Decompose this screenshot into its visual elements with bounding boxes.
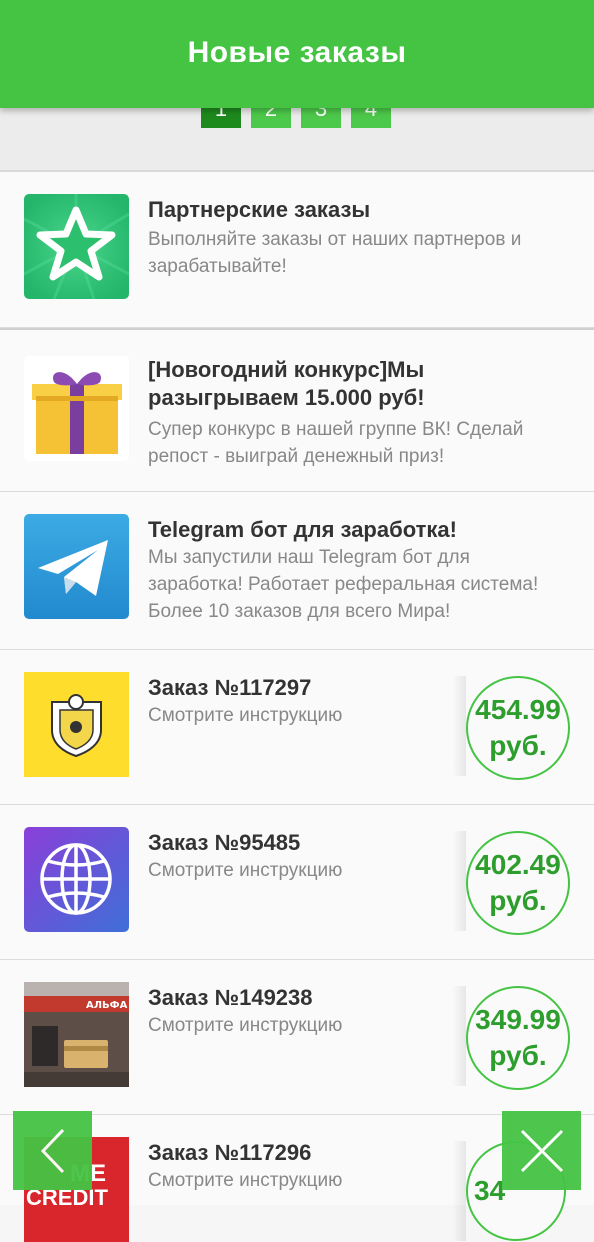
price-divider — [452, 831, 466, 931]
list-item-order-95485[interactable]: Заказ №95485 Смотрите инструкцию 402.49 р… — [0, 805, 594, 960]
price-badge: 402.49 руб. — [466, 831, 570, 935]
star-icon — [24, 194, 129, 299]
back-button[interactable] — [13, 1111, 92, 1190]
telegram-icon — [24, 514, 129, 619]
orders-list: Партнерские заказы Выполняйте заказы от … — [0, 172, 594, 1242]
list-item-new-year-contest[interactable]: [Новогодний конкурс]Мы разыгрываем 15.00… — [0, 330, 594, 492]
card-description: Мы запустили наш Telegram бот для зарабо… — [148, 547, 539, 622]
gift-icon — [24, 356, 129, 461]
card-description: Супер конкурс в нашей группе ВК! Сделай … — [148, 419, 524, 467]
page-button-2[interactable]: 2 — [251, 106, 291, 128]
close-button[interactable] — [502, 1111, 581, 1190]
chevron-left-icon — [40, 1128, 64, 1173]
pager: 1 2 3 4 — [201, 106, 401, 128]
list-item-telegram-bot[interactable]: Telegram бот для заработка! Мы запустили… — [0, 492, 594, 650]
card-title: Партнерские заказы — [148, 197, 371, 222]
bank-photo-icon: АЛЬФА — [24, 982, 129, 1087]
list-item-partner-orders[interactable]: Партнерские заказы Выполняйте заказы от … — [0, 172, 594, 328]
price-divider — [452, 986, 466, 1086]
card-title: [Новогодний конкурс]Мы разыгрываем 15.00… — [148, 357, 425, 410]
page-button-1[interactable]: 1 — [201, 106, 241, 128]
price-divider — [452, 676, 466, 776]
list-item-order-149238[interactable]: АЛЬФА Заказ №149238 Смотрите инструкцию … — [0, 960, 594, 1115]
bank-sign-text: АЛЬФА — [86, 1000, 128, 1011]
page-button-4[interactable]: 4 — [351, 106, 391, 128]
close-icon — [520, 1129, 563, 1172]
price-divider — [452, 1141, 466, 1241]
page-button-3[interactable]: 3 — [301, 106, 341, 128]
page-title: Новые заказы — [187, 36, 407, 69]
card-title: Telegram бот для заработка! — [148, 517, 457, 542]
list-item-order-117297[interactable]: Заказ №117297 Смотрите инструкцию 454.99… — [0, 650, 594, 805]
price-badge: 349.99 руб. — [466, 986, 570, 1090]
price-badge: 454.99 руб. — [466, 676, 570, 780]
tinkoff-logo-icon — [24, 672, 129, 777]
app-header: Новые заказы — [0, 0, 594, 108]
globe-icon — [24, 827, 129, 932]
card-description: Выполняйте заказы от наших партнеров и з… — [148, 229, 522, 277]
